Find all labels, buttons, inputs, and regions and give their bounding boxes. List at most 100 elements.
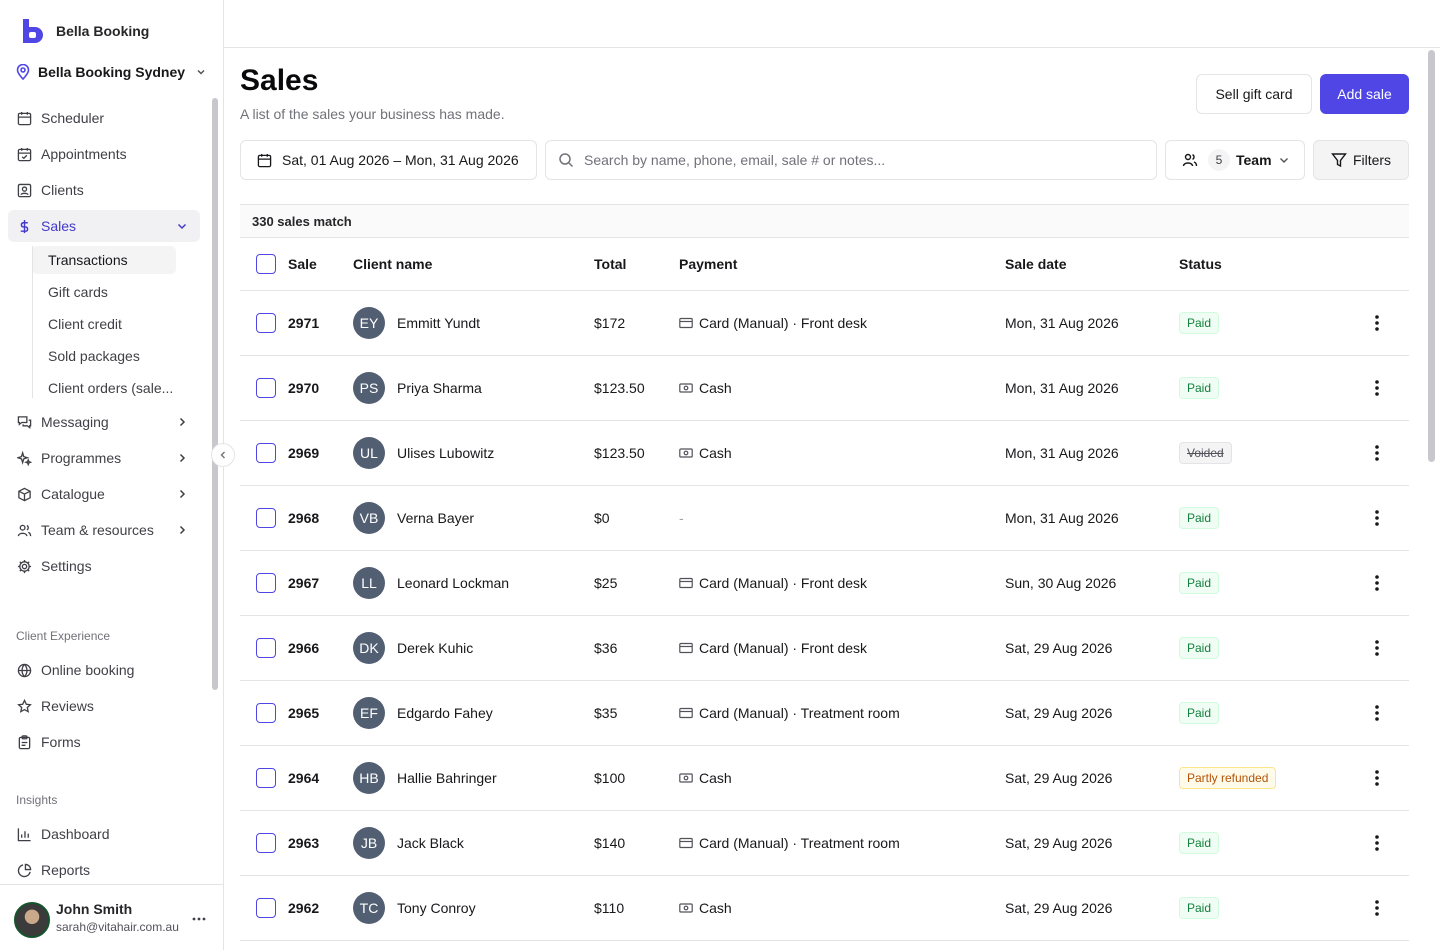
row-checkbox[interactable]: [256, 898, 276, 918]
sidebar-item-dashboard[interactable]: Dashboard: [8, 818, 200, 850]
subnav-item-client-orders[interactable]: Client orders (sale...: [32, 374, 176, 402]
table-row[interactable]: 2962 TC Tony Conroy $110 Cash Sat, 29 Au…: [240, 876, 1409, 941]
sidebar-item-messaging[interactable]: Messaging: [8, 406, 200, 438]
column-header-sale[interactable]: Sale: [288, 238, 317, 290]
sidebar-item-forms[interactable]: Forms: [8, 726, 200, 758]
table-row[interactable]: 2964 HB Hallie Bahringer $100 Cash Sat, …: [240, 746, 1409, 811]
client-avatar: VB: [353, 502, 385, 534]
table-row[interactable]: 2967 LL Leonard Lockman $25 Card (Manual…: [240, 551, 1409, 616]
sidebar-item-catalogue[interactable]: Catalogue: [8, 478, 200, 510]
row-checkbox[interactable]: [256, 703, 276, 723]
main-scrollbar[interactable]: [1428, 50, 1435, 462]
nav-section-insights: Insights: [16, 793, 58, 807]
collapse-sidebar-button[interactable]: [211, 443, 235, 467]
client-name[interactable]: Hallie Bahringer: [397, 770, 497, 786]
sale-number[interactable]: 2967: [288, 551, 319, 615]
add-sale-button[interactable]: Add sale: [1320, 74, 1409, 114]
table-row[interactable]: 2963 JB Jack Black $140 Card (Manual) · …: [240, 811, 1409, 876]
sidebar-item-reviews[interactable]: Reviews: [8, 690, 200, 722]
row-actions-button[interactable]: [1367, 573, 1387, 593]
sidebar-item-online-booking[interactable]: Online booking: [8, 654, 200, 686]
search-icon: [559, 153, 574, 168]
client-name[interactable]: Tony Conroy: [397, 900, 476, 916]
row-checkbox[interactable]: [256, 443, 276, 463]
subnav-item-transactions[interactable]: Transactions: [32, 246, 176, 274]
date-range-picker[interactable]: Sat, 01 Aug 2026 – Mon, 31 Aug 2026: [240, 140, 537, 180]
location-selector[interactable]: Bella Booking Sydney: [16, 64, 207, 80]
column-header-client[interactable]: Client name: [353, 238, 432, 290]
sale-number[interactable]: 2968: [288, 486, 319, 550]
sale-number[interactable]: 2969: [288, 421, 319, 485]
row-checkbox[interactable]: [256, 378, 276, 398]
sidebar-item-programmes[interactable]: Programmes: [8, 442, 200, 474]
select-all-checkbox[interactable]: [256, 254, 276, 274]
table-row[interactable]: 2965 EF Edgardo Fahey $35 Card (Manual) …: [240, 681, 1409, 746]
sale-number[interactable]: 2971: [288, 291, 319, 355]
table-row[interactable]: 2968 VB Verna Bayer $0 - Mon, 31 Aug 202…: [240, 486, 1409, 551]
sidebar-item-label: Clients: [41, 182, 84, 198]
subnav-item-gift-cards[interactable]: Gift cards: [32, 278, 176, 306]
column-header-payment[interactable]: Payment: [679, 238, 737, 290]
sidebar-item-sales[interactable]: Sales: [8, 210, 200, 242]
client-name[interactable]: Emmitt Yundt: [397, 315, 480, 331]
sale-number[interactable]: 2966: [288, 616, 319, 680]
payment-icon: [679, 902, 693, 914]
row-checkbox[interactable]: [256, 313, 276, 333]
row-actions-button[interactable]: [1367, 898, 1387, 918]
row-actions-button[interactable]: [1367, 313, 1387, 333]
row-actions-button[interactable]: [1367, 833, 1387, 853]
row-actions-button[interactable]: [1367, 378, 1387, 398]
search-input[interactable]: [584, 152, 1144, 168]
client-name[interactable]: Ulises Lubowitz: [397, 445, 494, 461]
sale-number[interactable]: 2964: [288, 746, 319, 810]
row-checkbox[interactable]: [256, 638, 276, 658]
client-name[interactable]: Edgardo Fahey: [397, 705, 493, 721]
row-actions-button[interactable]: [1367, 443, 1387, 463]
row-actions-button[interactable]: [1367, 638, 1387, 658]
row-actions-button[interactable]: [1367, 768, 1387, 788]
row-actions-button[interactable]: [1367, 703, 1387, 723]
table-row[interactable]: 2966 DK Derek Kuhic $36 Card (Manual) · …: [240, 616, 1409, 681]
row-checkbox[interactable]: [256, 508, 276, 528]
sidebar-item-settings[interactable]: Settings: [8, 550, 200, 582]
sale-number[interactable]: 2963: [288, 811, 319, 875]
sell-gift-card-button[interactable]: Sell gift card: [1196, 74, 1312, 114]
more-horizontal-icon[interactable]: [191, 911, 207, 927]
sidebar-item-appointments[interactable]: Appointments: [8, 138, 200, 170]
column-header-status[interactable]: Status: [1179, 238, 1222, 290]
table-row[interactable]: 2970 PS Priya Sharma $123.50 Cash Mon, 3…: [240, 356, 1409, 421]
search-box[interactable]: [545, 140, 1157, 180]
filters-button[interactable]: Filters: [1313, 140, 1409, 180]
sale-number[interactable]: 2970: [288, 356, 319, 420]
row-checkbox[interactable]: [256, 833, 276, 853]
table-row[interactable]: 2969 UL Ulises Lubowitz $123.50 Cash Mon…: [240, 421, 1409, 486]
filters-label: Filters: [1352, 152, 1392, 168]
sale-number[interactable]: 2962: [288, 876, 319, 940]
client-name[interactable]: Leonard Lockman: [397, 575, 509, 591]
sale-number[interactable]: 2965: [288, 681, 319, 745]
row-checkbox[interactable]: [256, 573, 276, 593]
column-header-sale-date[interactable]: Sale date: [1005, 238, 1066, 290]
sidebar-item-team-resources[interactable]: Team & resources: [8, 514, 200, 546]
subnav-item-client-credit[interactable]: Client credit: [32, 310, 176, 338]
payment-label: Card (Manual) · Front desk: [699, 640, 868, 656]
table-row[interactable]: 2971 EY Emmitt Yundt $172 Card (Manual) …: [240, 291, 1409, 356]
row-checkbox[interactable]: [256, 768, 276, 788]
sidebar-item-scheduler[interactable]: Scheduler: [8, 102, 200, 134]
team-filter-dropdown[interactable]: 5 Team: [1165, 140, 1305, 180]
user-profile[interactable]: John Smith sarah@vitahair.com.au: [0, 884, 223, 950]
column-header-total[interactable]: Total: [594, 238, 626, 290]
users-icon: [1182, 153, 1198, 167]
sidebar-item-reports[interactable]: Reports: [8, 854, 200, 886]
payment-label: -: [679, 510, 684, 526]
client-name[interactable]: Derek Kuhic: [397, 640, 473, 656]
client-name[interactable]: Jack Black: [397, 835, 464, 851]
client-name[interactable]: Verna Bayer: [397, 510, 474, 526]
row-actions-button[interactable]: [1367, 508, 1387, 528]
card-icon: [679, 707, 693, 719]
brand[interactable]: Bella Booking: [20, 18, 149, 44]
subnav-item-sold-packages[interactable]: Sold packages: [32, 342, 176, 370]
sidebar-item-clients[interactable]: Clients: [8, 174, 200, 206]
client-name[interactable]: Priya Sharma: [397, 380, 482, 396]
sidebar-scrollbar[interactable]: [212, 98, 218, 690]
